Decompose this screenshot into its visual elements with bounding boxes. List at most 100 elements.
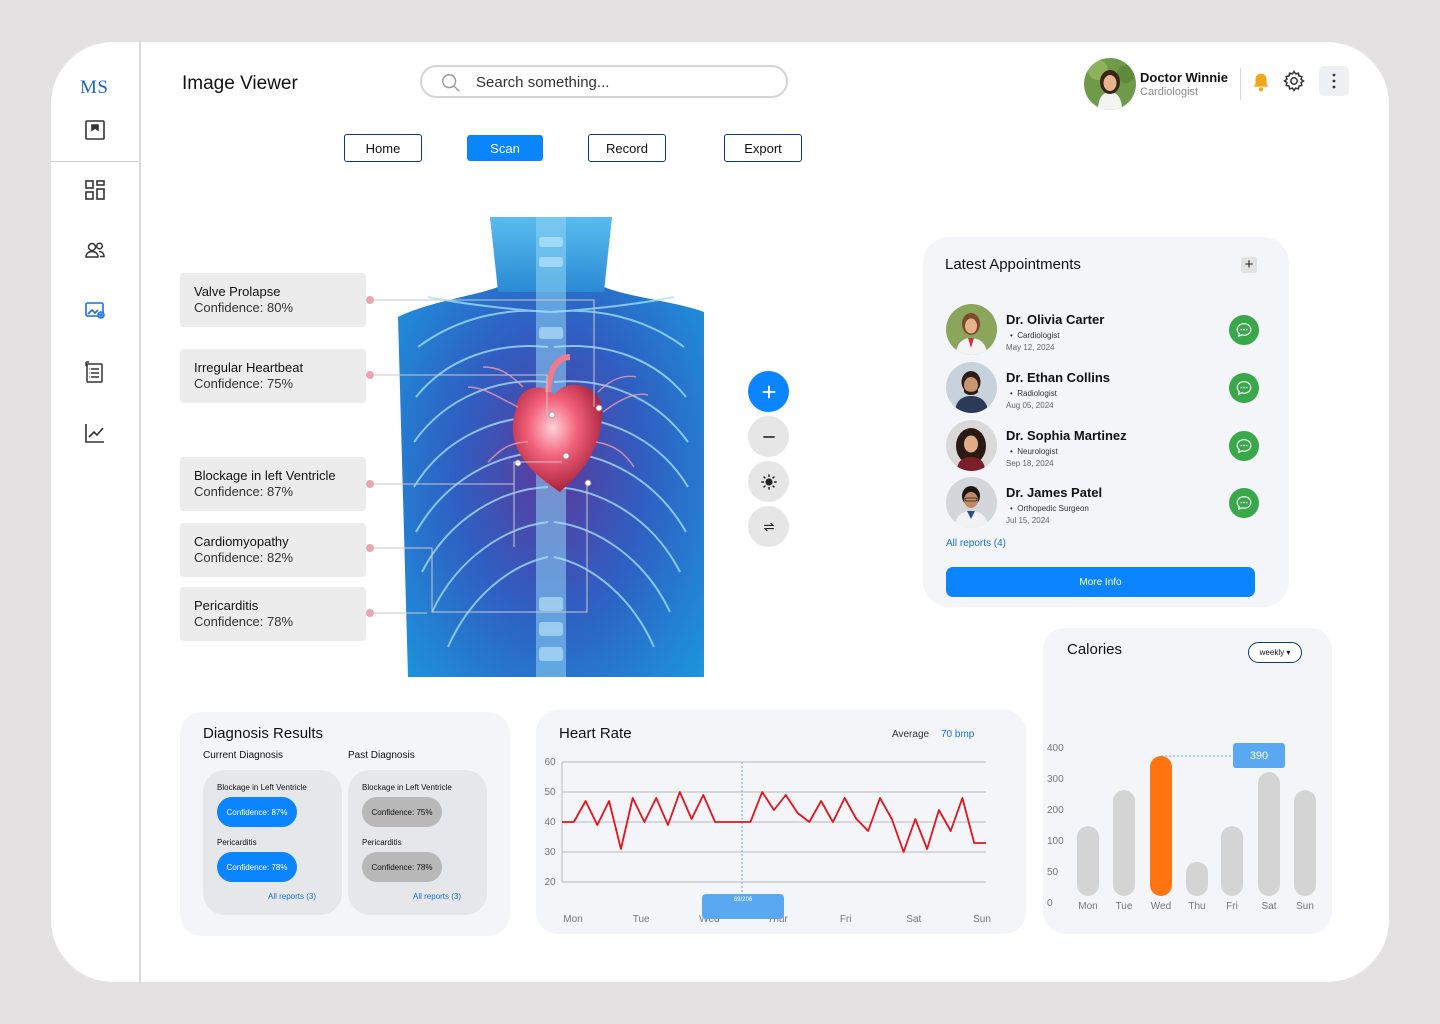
sidebar-divider — [51, 161, 139, 162]
y-tick-label: 30 — [544, 847, 556, 858]
diagnosis-name: Pericarditis — [362, 838, 402, 847]
app-window: MS Image Viewer Search something... Doct… — [51, 42, 1389, 982]
doctor-avatar — [946, 420, 997, 471]
doctor-specialty: • Radiologist — [1010, 389, 1057, 398]
finding-confidence: Confidence: 87% — [194, 484, 294, 499]
calorie-bar — [1077, 826, 1099, 896]
x-tick-label: Wed — [1151, 901, 1171, 912]
chat-button[interactable] — [1229, 488, 1259, 518]
doctor-name: Dr. Olivia Carter — [1006, 312, 1105, 327]
finding-title: Valve Prolapse — [194, 284, 281, 299]
calories-card: Calories weekly ▾ 400 300 200 100 50 0 Mon Tue W… — [1043, 628, 1332, 934]
header-divider — [1240, 68, 1241, 100]
x-tick-label: Fri — [1226, 901, 1238, 912]
y-tick-label: 20 — [544, 877, 556, 888]
search-bar[interactable] — [420, 65, 788, 98]
tab-export[interactable]: Export — [724, 134, 802, 162]
user-role: Cardiologist — [1140, 86, 1199, 98]
tab-scan[interactable]: Scan — [467, 135, 543, 161]
finding-card[interactable]: Blockage in left Ventricle Confidence: 8… — [180, 457, 366, 511]
rotate-icon — [763, 522, 774, 531]
sidebar: MS — [51, 42, 141, 982]
appointment-date: Sep 18, 2024 — [1006, 459, 1054, 468]
heart-rate-card: Heart Rate Average 70 bmp 60 50 40 30 20 Mon T… — [536, 710, 1026, 934]
past-diagnosis-panel: Blockage in Left Ventricle Confidence: 7… — [348, 770, 487, 915]
chat-button[interactable] — [1229, 431, 1259, 461]
diagnosis-card: Diagnosis Results Current Diagnosis Past… — [180, 712, 510, 936]
all-reports-link[interactable]: All reports (3) — [268, 892, 316, 901]
rotate-button[interactable] — [748, 506, 789, 547]
brand-logo[interactable]: MS — [80, 77, 108, 99]
finding-card[interactable]: Valve Prolapse Confidence: 80% — [180, 273, 366, 327]
confidence-badge[interactable]: Confidence: 78% — [217, 852, 297, 882]
chest-scan-image[interactable] — [398, 217, 704, 677]
user-avatar[interactable] — [1084, 58, 1136, 110]
y-tick-label: 300 — [1047, 774, 1064, 785]
confidence-badge[interactable]: Confidence: 75% — [362, 797, 442, 827]
more-menu-button[interactable] — [1319, 66, 1349, 96]
doctor-name: Dr. James Patel — [1006, 485, 1103, 500]
x-tick-label: Tue — [633, 914, 650, 925]
analytics-icon[interactable] — [81, 419, 109, 447]
bell-icon[interactable] — [1250, 70, 1272, 94]
x-tick-label: Tue — [1116, 901, 1133, 912]
calorie-bar — [1150, 756, 1172, 896]
tab-record[interactable]: Record — [588, 134, 666, 162]
y-tick-label: 50 — [1047, 867, 1059, 878]
confidence-badge[interactable]: Confidence: 87% — [217, 797, 297, 827]
report-icon[interactable] — [81, 116, 109, 144]
y-tick-label: 50 — [544, 787, 556, 798]
calorie-bar — [1113, 790, 1135, 896]
search-input[interactable] — [476, 72, 776, 92]
x-tick-label: Sat — [1261, 901, 1276, 912]
chat-icon — [1236, 381, 1252, 396]
confidence-badge[interactable]: Confidence: 78% — [362, 852, 442, 882]
image-viewer-icon[interactable] — [81, 296, 109, 324]
appointment-row[interactable]: Dr. James Patel • Orthopedic Surgeon Jul… — [946, 477, 1266, 529]
doctor-specialty: • Cardiologist — [1010, 331, 1060, 340]
y-tick-label: 60 — [544, 757, 556, 768]
x-tick-label: Mon — [1078, 901, 1097, 912]
gear-icon[interactable] — [1282, 69, 1306, 93]
brightness-button[interactable] — [748, 461, 789, 502]
chat-icon — [1236, 439, 1252, 454]
doctor-avatar — [946, 362, 997, 413]
appointment-row[interactable]: Dr. Ethan Collins • Radiologist Aug 05, … — [946, 362, 1266, 414]
x-tick-label: Fri — [840, 914, 852, 925]
finding-card[interactable]: Cardiomyopathy Confidence: 82% — [180, 523, 366, 577]
page-title: Image Viewer — [182, 73, 298, 94]
finding-title: Blockage in left Ventricle — [194, 468, 336, 483]
doctor-avatar — [946, 304, 997, 355]
current-diagnosis-label: Current Diagnosis — [203, 750, 284, 761]
finding-card[interactable]: Pericarditis Confidence: 78% — [180, 587, 366, 641]
add-appointment-button[interactable]: + — [1241, 257, 1257, 273]
zoom-in-button[interactable] — [748, 371, 789, 412]
zoom-in-icon — [762, 385, 775, 398]
y-tick-label: 200 — [1047, 805, 1064, 816]
doctor-avatar — [946, 477, 997, 528]
appointment-row[interactable]: Dr. Olivia Carter • Cardiologist May 12,… — [946, 304, 1266, 356]
x-tick-label: Thu — [1188, 901, 1205, 912]
diagnosis-name: Blockage in Left Ventricle — [362, 783, 452, 792]
appointment-date: Jul 15, 2024 — [1006, 516, 1050, 525]
zoom-out-button[interactable] — [748, 416, 789, 457]
patients-icon[interactable] — [81, 236, 109, 264]
finding-card[interactable]: Irregular Heartbeat Confidence: 75% — [180, 349, 366, 403]
tab-home[interactable]: Home — [344, 134, 422, 162]
appointment-row[interactable]: Dr. Sophia Martinez • Neurologist Sep 18… — [946, 420, 1266, 472]
finding-confidence: Confidence: 80% — [194, 300, 294, 315]
records-icon[interactable] — [81, 358, 109, 386]
calories-chart[interactable]: 400 300 200 100 50 0 Mon Tue Wed Thu Fri Sat Sun 390 — [1043, 628, 1332, 934]
all-reports-link[interactable]: All reports (3) — [413, 892, 461, 901]
chat-button[interactable] — [1229, 373, 1259, 403]
finding-title: Irregular Heartbeat — [194, 360, 304, 375]
chat-icon — [1236, 496, 1252, 511]
chat-button[interactable] — [1229, 315, 1259, 345]
dashboard-icon[interactable] — [81, 176, 109, 204]
current-diagnosis-panel: Blockage in Left Ventricle Confidence: 8… — [203, 770, 342, 915]
calorie-bar — [1186, 861, 1208, 896]
zoom-out-icon — [762, 435, 775, 438]
diagnosis-name: Pericarditis — [217, 838, 257, 847]
all-reports-link[interactable]: All reports (4) — [946, 538, 1006, 549]
more-info-button[interactable]: More Info — [946, 567, 1255, 597]
